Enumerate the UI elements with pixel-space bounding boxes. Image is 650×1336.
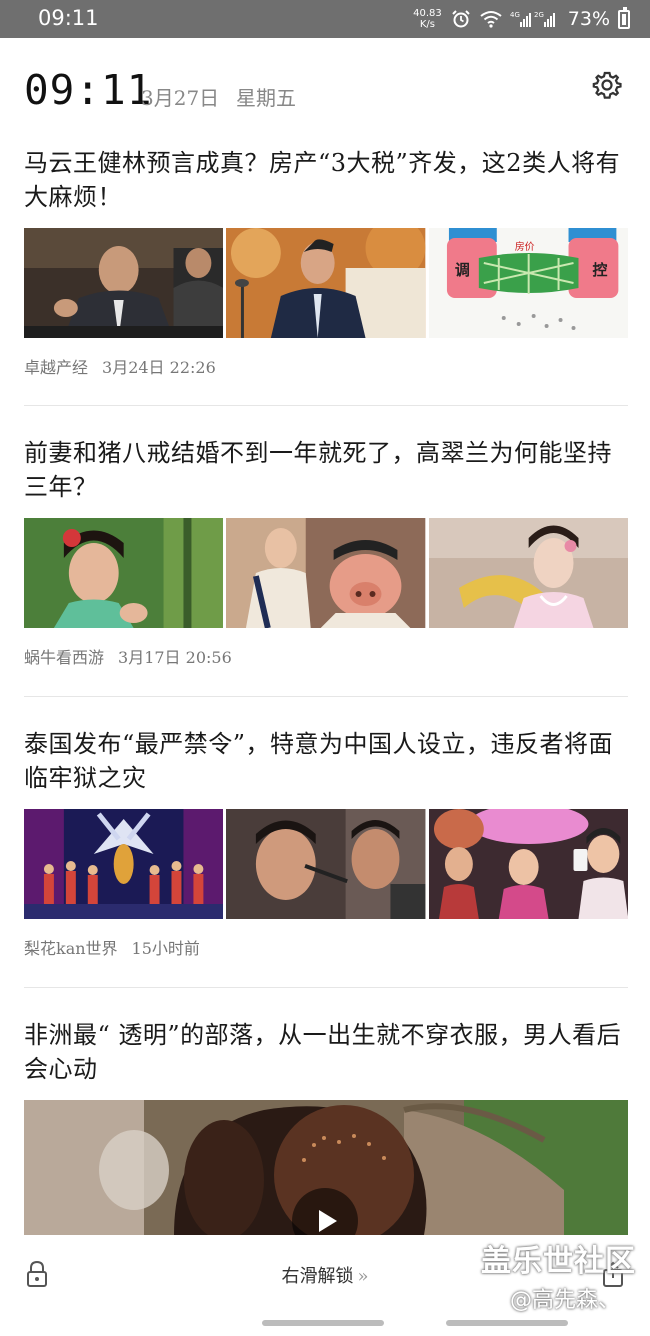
watermark-site: 盖乐世社区 [481,1244,636,1279]
lockscreen-header: 09:11 3月27日 星期五 [24,66,624,116]
article-image-makeup[interactable] [226,809,426,919]
battery-icon [618,6,630,29]
cellular-signal-icon: 4G 2G [510,9,560,29]
alarm-icon [450,9,472,29]
cartoon-text-adjust: 调 [455,261,470,279]
lockscreen-clock: 09:11 [24,66,153,114]
double-chevron-right-icon: » [357,1266,369,1287]
article-divider [24,405,628,406]
article-image-housing-cartoon[interactable]: 调 房价 控 [428,228,628,338]
settings-gear-icon[interactable] [590,68,624,102]
article-images[interactable] [24,809,628,919]
watermark-user: @高先森、 [509,1288,620,1313]
article-source: 蜗牛看西游 [24,648,105,667]
net-speed-value: 40.83 [413,8,442,19]
article-time: 3月17日 20:56 [118,648,232,667]
article-meta: 卓越产经 3月24日 22:26 [24,354,216,378]
article-images[interactable] [24,518,628,628]
article-image-wang-jianlin[interactable] [226,228,426,338]
svg-text:4G: 4G [510,11,520,19]
article-image-jack-ma[interactable] [24,228,224,338]
article-image-actress-pink[interactable] [428,518,628,628]
article-video-thumbnail[interactable] [24,1100,628,1235]
news-article-4[interactable]: 非洲最“ 透明”的部落，从一出生就不穿衣服，男人看后会心动 [24,1018,628,1086]
article-image-zhubajie[interactable] [226,518,426,628]
lockscreen-weekday: 星期五 [236,86,296,110]
article-time: 15小时前 [131,939,200,958]
article-divider [24,696,628,697]
article-meta: 蜗牛看西游 3月17日 20:56 [24,644,232,668]
article-meta: 梨花kan世界 15小时前 [24,935,200,959]
article-title[interactable]: 泰国发布“最严禁令”，特意为中国人设立，违反者将面临牢狱之灾 [24,727,628,795]
cartoon-text-house-price: 房价 [514,240,534,253]
news-article-3[interactable]: 泰国发布“最严禁令”，特意为中国人设立，违反者将面临牢狱之灾 梨花kan世界 1… [24,727,628,958]
article-image-performers-selfie[interactable] [428,809,628,919]
cartoon-text-control: 控 [592,261,607,279]
article-image-actress-green[interactable] [24,518,224,628]
svg-text:2G: 2G [534,11,544,19]
news-article-2[interactable]: 前妻和猪八戒结婚不到一年就死了，高翠兰为何能坚持三年？ 蜗牛看西游 3月17日 … [24,436,628,667]
status-bar: 09:11 40.83 K/s 4G 2G 73% [0,0,650,38]
nav-indicator [446,1320,568,1326]
net-speed-unit: K/s [419,19,436,30]
article-images[interactable]: 调 房价 控 [24,228,628,338]
article-image-stage-show[interactable] [24,809,224,919]
article-time: 3月24日 22:26 [102,358,216,377]
lockscreen-date: 3月27日 [141,86,220,110]
status-icons: 40.83 K/s 4G 2G 73% [413,4,630,34]
net-speed: 40.83 K/s [413,8,442,30]
article-title[interactable]: 前妻和猪八戒结婚不到一年就死了，高翠兰为何能坚持三年？ [24,436,628,504]
status-time: 09:11 [38,6,99,30]
article-source: 卓越产经 [24,358,89,377]
article-title[interactable]: 非洲最“ 透明”的部落，从一出生就不穿衣服，男人看后会心动 [24,1018,628,1086]
article-divider [24,987,628,988]
news-article-1[interactable]: 马云王健林预言成真？房产“3大税”齐发，这2类人将有大麻烦！ 调 房价 控 卓越… [24,146,628,377]
home-indicator [262,1320,384,1326]
article-title[interactable]: 马云王健林预言成真？房产“3大税”齐发，这2类人将有大麻烦！ [24,146,628,214]
wifi-icon [480,9,502,29]
unlock-label: 右滑解锁 [281,1266,354,1287]
battery-percent: 73% [567,8,610,30]
article-source: 梨花kan世界 [24,939,118,958]
